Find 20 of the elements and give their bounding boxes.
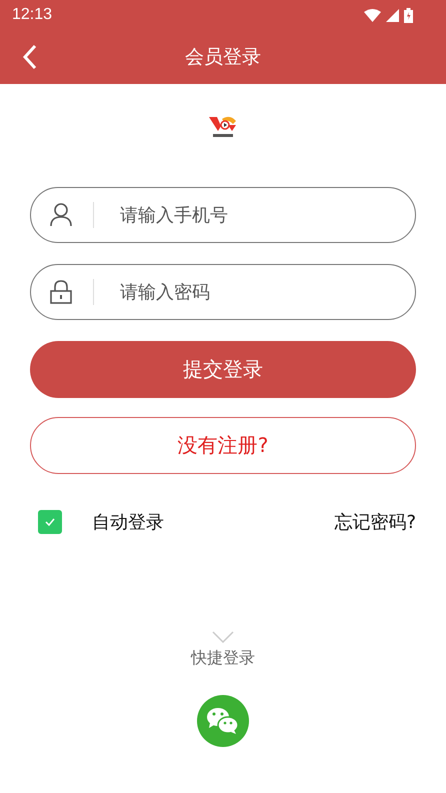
battery-icon bbox=[404, 8, 413, 22]
wifi-icon bbox=[364, 8, 381, 22]
logo-icon bbox=[208, 115, 238, 139]
quick-login-label: 快捷登录 bbox=[191, 648, 255, 669]
forgot-password-link[interactable]: 忘记密码? bbox=[334, 510, 416, 534]
user-icon bbox=[50, 203, 72, 227]
page-title: 会员登录 bbox=[185, 45, 261, 70]
check-icon bbox=[44, 517, 56, 527]
chevron-down-icon bbox=[212, 631, 234, 643]
auto-login-label[interactable]: 自动登录 bbox=[92, 510, 164, 534]
status-time: 12:13 bbox=[12, 6, 52, 24]
back-icon[interactable] bbox=[22, 44, 38, 70]
signal-icon bbox=[386, 8, 399, 22]
register-button[interactable]: 没有注册? bbox=[30, 417, 416, 474]
auto-login-checkbox[interactable] bbox=[38, 510, 62, 534]
input-field[interactable]: 请输入密码 bbox=[30, 264, 416, 320]
input-field[interactable]: 请输入手机号 bbox=[30, 187, 416, 243]
lock-icon bbox=[50, 280, 72, 304]
submit-button[interactable]: 提交登录 bbox=[30, 341, 416, 398]
wechat-icon[interactable] bbox=[197, 695, 249, 747]
